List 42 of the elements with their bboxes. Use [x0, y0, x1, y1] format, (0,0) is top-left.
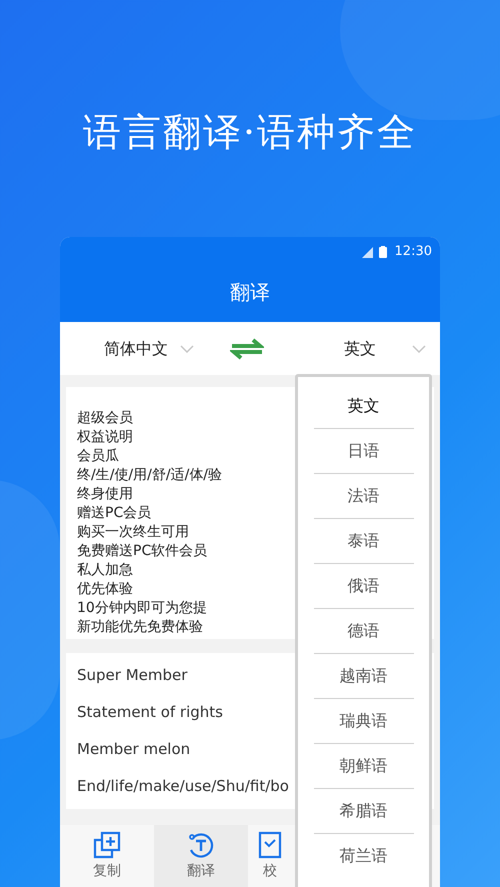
language-option[interactable]: 泰语 — [314, 518, 414, 563]
input-text-line: 免费赠送PC软件会员 — [77, 542, 208, 561]
input-text-line: 终/生/使/用/舒/适/体/验 — [77, 466, 222, 485]
language-option[interactable]: 法语 — [314, 473, 414, 518]
battery-icon — [378, 246, 387, 258]
chevron-down-icon — [180, 344, 194, 352]
translate-icon — [187, 830, 215, 858]
input-text-line: 权益说明 — [77, 428, 133, 447]
input-text-line: 私人加急 — [77, 561, 133, 580]
input-text-line: 10分钟内即可为您提 — [77, 599, 207, 618]
language-option[interactable]: 日语 — [314, 428, 414, 473]
language-option[interactable]: 瑞典语 — [314, 698, 414, 743]
language-option[interactable]: 希腊语 — [314, 788, 414, 833]
nav-tab[interactable]: 复制 — [60, 825, 154, 887]
language-option[interactable]: 俄语 — [314, 563, 414, 608]
input-text-line: 购买一次终生可用 — [77, 523, 189, 542]
document-icon — [258, 830, 282, 858]
source-language-selector[interactable]: 简体中文 — [104, 336, 194, 360]
input-text-line: 终身使用 — [77, 485, 133, 504]
nav-tab[interactable]: 翻译 — [154, 825, 248, 887]
headline: 语言翻译·语种齐全 — [82, 109, 418, 156]
status-time: 12:30 — [394, 243, 432, 262]
language-option[interactable]: 越南语 — [314, 653, 414, 698]
signal-icon — [362, 246, 373, 258]
translation-line: Super Member — [77, 665, 188, 686]
copy-icon — [93, 830, 121, 858]
translation-line: End/life/make/use/Shu/fit/bo — [77, 776, 289, 797]
language-option[interactable]: 朝鲜语 — [314, 743, 414, 788]
language-option[interactable]: 荷兰语 — [314, 833, 414, 878]
input-text-line: 超级会员 — [77, 409, 133, 428]
input-text-line: 新功能优先免费体验 — [77, 618, 203, 637]
chevron-down-icon — [412, 344, 426, 352]
swap-icon[interactable] — [230, 338, 264, 360]
target-language-selector[interactable]: 英文 — [344, 336, 426, 360]
nav-tab[interactable]: 校 — [248, 825, 292, 887]
input-text-line: 赠送PC会员 — [77, 504, 152, 523]
input-text-line: 优先体验 — [77, 580, 133, 599]
translation-line: Member melon — [77, 739, 190, 760]
language-option[interactable]: 德语 — [314, 608, 414, 653]
screen-title: 翻译 — [229, 279, 271, 306]
input-text-line: 会员瓜 — [77, 447, 119, 466]
translation-line: Statement of rights — [77, 702, 223, 723]
